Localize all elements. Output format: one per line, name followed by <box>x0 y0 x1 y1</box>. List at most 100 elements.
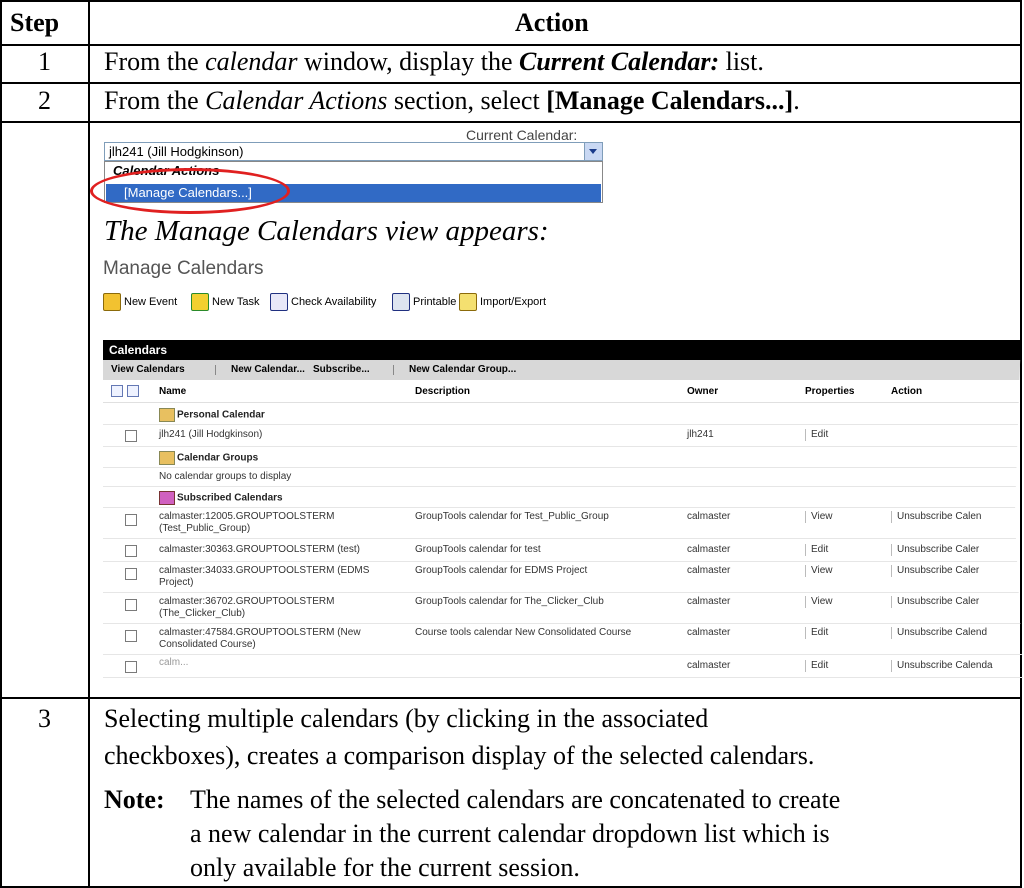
printable-button[interactable]: Printable <box>392 292 456 312</box>
properties-link[interactable]: View <box>805 511 833 523</box>
properties-link[interactable]: Edit <box>805 627 828 639</box>
appears-caption: The Manage Calendars view appears: <box>104 215 549 247</box>
calendar-name: calmaster:47584.GROUPTOOLSTERM (New <box>159 627 361 638</box>
properties-link[interactable]: Edit <box>805 429 828 441</box>
table-row: calmaster:12005.GROUPTOOLSTERM (Test_Pub… <box>103 508 1024 539</box>
subscribed-calendars-icon <box>159 491 175 505</box>
unsubscribe-link[interactable]: Unsubscribe Caler <box>891 565 979 577</box>
new-task-icon <box>191 293 209 312</box>
section-name: Personal Calendar <box>177 409 265 421</box>
toolbar-label: New Task <box>212 296 260 308</box>
calendar-owner: calmaster <box>687 660 731 671</box>
table-row: calm... calmaster Edit Unsubscribe Calen… <box>103 655 1024 678</box>
calendar-checkbox[interactable] <box>125 599 137 611</box>
step-number: 3 <box>38 704 51 733</box>
calendar-name: calm... <box>159 657 189 668</box>
unsubscribe-link[interactable]: Unsubscribe Calenda <box>891 660 993 672</box>
tab-new-calendar-group[interactable]: New Calendar Group... <box>409 360 516 380</box>
toolbar-label: New Event <box>124 296 178 308</box>
properties-link[interactable]: Edit <box>805 544 828 556</box>
calendar-table-header: Name Description Owner Properties Action <box>103 382 1024 403</box>
calendar-groups-icon <box>159 451 175 465</box>
text-italic: Calendar Actions <box>205 86 388 115</box>
calendar-checkbox[interactable] <box>125 630 137 642</box>
check-availability-button[interactable]: Check Availability <box>270 292 376 312</box>
selected-calendar: jlh241 (Jill Hodgkinson) <box>109 144 244 159</box>
column-properties: Properties <box>805 386 855 397</box>
manage-calendars-screenshot: Manage Calendars New Event New Task Chec… <box>103 248 1024 696</box>
calendar-checkbox[interactable] <box>125 568 137 580</box>
text-bold: [Manage Calendars...] <box>546 86 794 115</box>
table-row: calmaster:30363.GROUPTOOLSTERM (test) Gr… <box>103 539 1024 562</box>
text-italic: calendar <box>205 47 298 76</box>
new-event-button[interactable]: New Event <box>103 292 177 312</box>
toolbar-label: Printable <box>413 296 457 308</box>
section-label: Subscribed Calendars <box>159 491 283 505</box>
unsubscribe-link[interactable]: Unsubscribe Calen <box>891 511 982 523</box>
unsubscribe-link[interactable]: Unsubscribe Calend <box>891 627 987 639</box>
manage-calendars-title: Manage Calendars <box>103 258 264 279</box>
calendar-owner: calmaster <box>687 511 731 522</box>
empty-row: No calendar groups to display <box>103 468 1024 487</box>
personal-calendar-icon <box>159 408 175 422</box>
properties-link[interactable]: View <box>805 565 833 577</box>
column-name: Name <box>159 386 187 397</box>
properties-link[interactable]: View <box>805 596 833 608</box>
import-export-icon <box>459 293 477 312</box>
calendars-section-header: Calendars <box>103 340 1024 360</box>
step-number: 1 <box>38 47 51 76</box>
printer-icon <box>392 293 410 312</box>
row-divider <box>0 44 1022 46</box>
table-row: calmaster:36702.GROUPTOOLSTERM (The_Clic… <box>103 593 1024 624</box>
calendar-owner: calmaster <box>687 565 731 576</box>
empty-message: No calendar groups to display <box>159 471 292 482</box>
properties-link[interactable]: Edit <box>805 660 828 672</box>
section-label: Personal Calendar <box>159 408 265 422</box>
new-task-button[interactable]: New Task <box>191 292 259 312</box>
calendar-name-cont: Consolidated Course) <box>159 639 256 650</box>
calendar-description: GroupTools calendar for The_Clicker_Club <box>415 596 604 607</box>
tab-separator <box>215 365 216 375</box>
calendar-owner: calmaster <box>687 627 731 638</box>
section-row: Personal Calendar <box>103 404 1024 425</box>
procedure-document: Step Action 1 From the calendar window, … <box>0 0 1024 888</box>
calendar-owner: calmaster <box>687 596 731 607</box>
step-2-action: From the Calendar Actions section, selec… <box>104 86 800 116</box>
header-action: Action <box>515 8 589 37</box>
calendar-checkbox[interactable] <box>125 430 137 442</box>
tab-new-calendar[interactable]: New Calendar... <box>231 360 305 380</box>
text: list. <box>719 47 764 76</box>
text: section, select <box>387 86 547 115</box>
calendar-name-cont: (The_Clicker_Club) <box>159 608 246 619</box>
import-export-button[interactable]: Import/Export <box>459 292 546 312</box>
calendar-description: GroupTools calendar for EDMS Project <box>415 565 588 576</box>
column-action: Action <box>891 386 923 397</box>
calendar-owner: jlh241 <box>687 429 714 440</box>
deselect-all-icon[interactable] <box>127 385 139 397</box>
tab-separator <box>393 365 394 375</box>
note-line-3: only available for the current session. <box>190 853 580 882</box>
calendar-name-cont: (Test_Public_Group) <box>159 523 251 534</box>
calendar-description: GroupTools calendar for test <box>415 544 541 555</box>
step-number: 2 <box>38 86 51 115</box>
calendar-checkbox[interactable] <box>125 514 137 526</box>
calendar-checkbox[interactable] <box>125 661 137 673</box>
tab-subscribe[interactable]: Subscribe... <box>313 360 370 380</box>
chevron-down-icon[interactable] <box>584 143 602 160</box>
text: From the <box>104 47 206 76</box>
tab-view-calendars[interactable]: View Calendars <box>111 360 185 380</box>
note-line-2: a new calendar in the current calendar d… <box>190 819 830 848</box>
calendar-checkbox[interactable] <box>125 545 137 557</box>
current-calendar-select[interactable]: jlh241 (Jill Hodgkinson) <box>104 142 603 161</box>
column-divider <box>88 0 90 888</box>
screenshot-clip: Manage Calendars New Event New Task Chec… <box>103 248 1024 696</box>
calendar-description: GroupTools calendar for Test_Public_Grou… <box>415 511 609 522</box>
section-row: Calendar Groups <box>103 447 1024 468</box>
unsubscribe-link[interactable]: Unsubscribe Caler <box>891 544 979 556</box>
note-label: Note: <box>104 785 165 814</box>
select-all-icon[interactable] <box>111 385 123 397</box>
unsubscribe-link[interactable]: Unsubscribe Caler <box>891 596 979 608</box>
section-row: Subscribed Calendars <box>103 487 1024 508</box>
table-row: jlh241 (Jill Hodgkinson) jlh241 Edit <box>103 424 1024 447</box>
calendar-name: jlh241 (Jill Hodgkinson) <box>159 429 263 440</box>
